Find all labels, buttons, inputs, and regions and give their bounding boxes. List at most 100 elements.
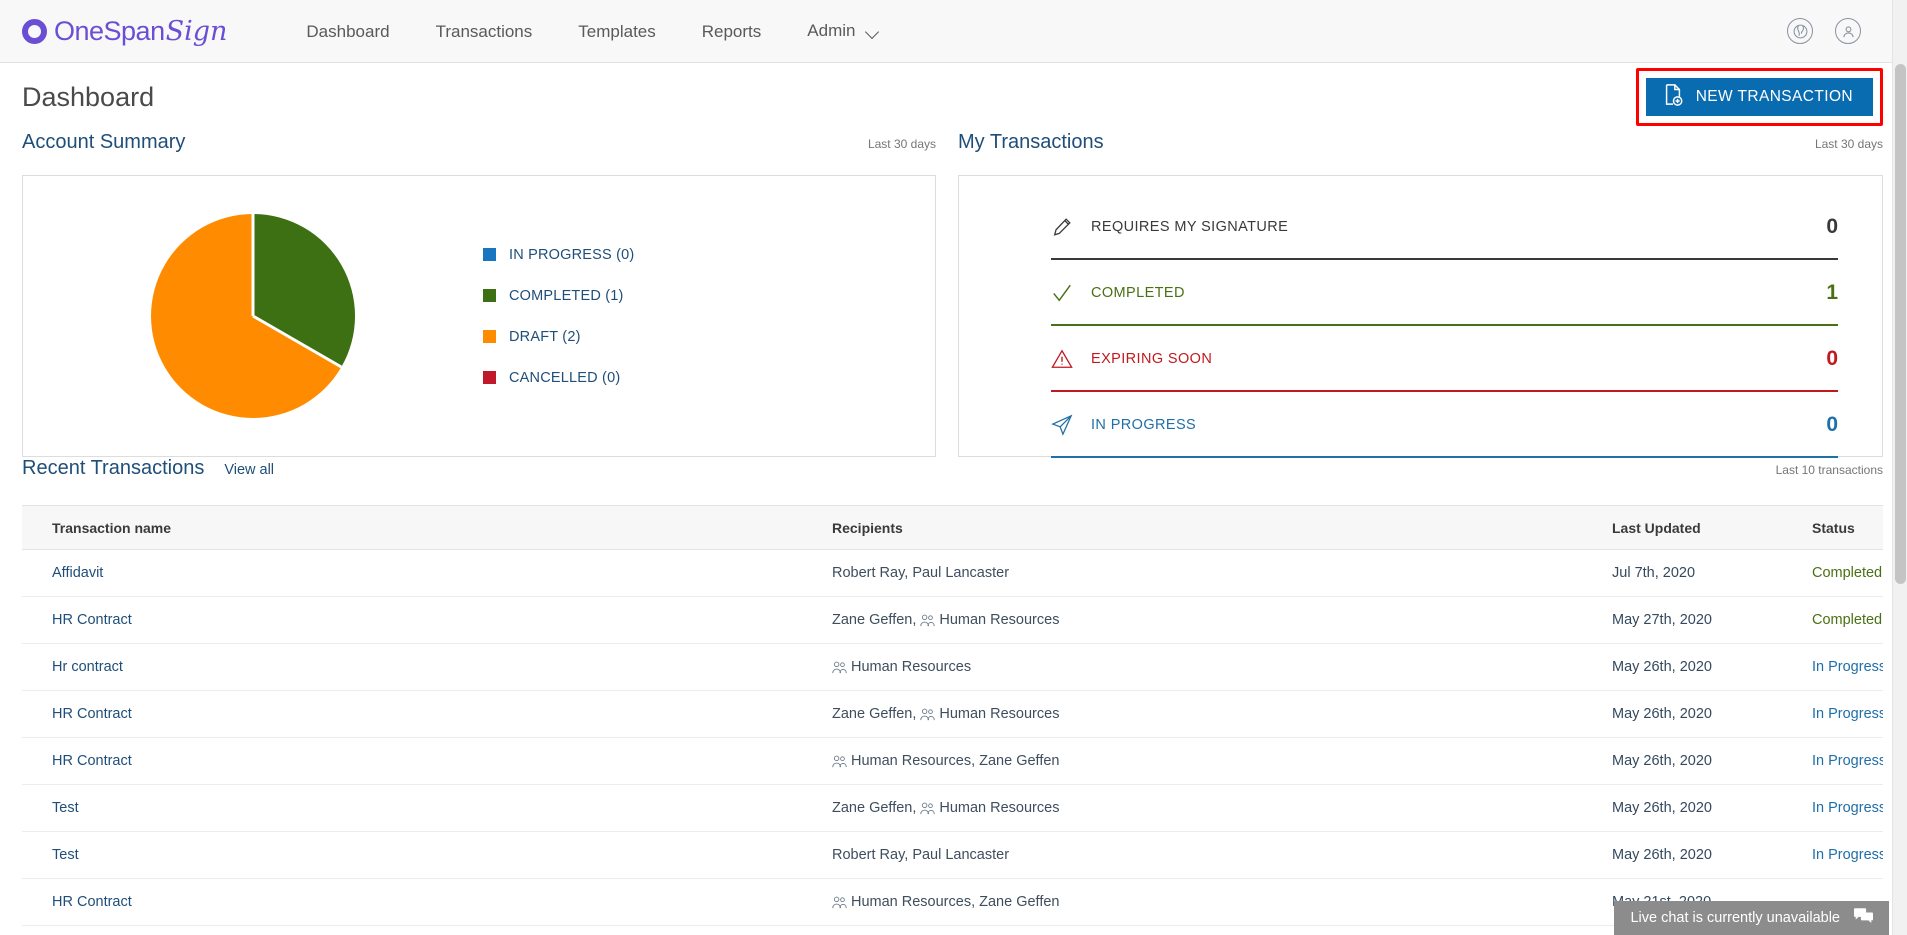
transaction-name-link[interactable]: HR Contract xyxy=(52,894,132,910)
chevron-down-icon xyxy=(867,27,880,35)
my-transactions-row-expiring-soon[interactable]: EXPIRING SOON 0 xyxy=(1051,326,1838,392)
my-transactions-row-requires-signature[interactable]: REQUIRES MY SIGNATURE 0 xyxy=(1051,194,1838,260)
top-navigation-bar: OneSpan Sign Dashboard Transactions Temp… xyxy=(0,0,1907,63)
column-header-status[interactable]: Status xyxy=(1812,505,1883,550)
my-transactions-count-requires-signature: 0 xyxy=(1826,215,1838,238)
legend-swatch-in-progress xyxy=(483,248,496,261)
new-transaction-button[interactable]: NEW TRANSACTION xyxy=(1645,78,1873,116)
table-row[interactable]: Test Robert Ray, Paul Lancaster May 26th, … xyxy=(22,831,1883,879)
paper-plane-icon xyxy=(1051,414,1091,436)
transaction-name-link[interactable]: Test xyxy=(52,800,79,816)
cell-last-updated: May 27th, 2020 xyxy=(1612,596,1812,644)
table-row[interactable]: Affidavit Robert Ray, Paul Lancaster Jul 7… xyxy=(22,549,1883,597)
recipients-text: Robert Ray, Paul Lancaster xyxy=(832,565,1010,581)
cell-status: In Progress xyxy=(1812,784,1883,832)
transaction-name-link[interactable]: Hr contract xyxy=(52,659,123,675)
cell-transaction-name: Affidavit xyxy=(22,549,832,597)
live-chat-widget[interactable]: Live chat is currently unavailable xyxy=(1614,901,1889,935)
legend-swatch-cancelled xyxy=(483,371,496,384)
legend-label-completed: COMPLETED (1) xyxy=(509,287,624,304)
recent-transactions-section: Recent Transactions View all Last 10 tra… xyxy=(22,457,1883,926)
nav-item-dashboard[interactable]: Dashboard xyxy=(283,0,412,63)
transaction-name-link[interactable]: HR Contract xyxy=(52,706,132,722)
my-transactions-label-expiring-soon: EXPIRING SOON xyxy=(1091,351,1213,367)
status-badge: In Progress xyxy=(1812,800,1883,816)
document-add-icon xyxy=(1662,83,1684,112)
my-transactions-count-completed: 1 xyxy=(1826,281,1838,304)
cell-transaction-name: HR Contract xyxy=(22,878,832,926)
topbar-actions xyxy=(1787,18,1883,44)
my-transactions-card: REQUIRES MY SIGNATURE 0 COMPLETED 1 EXPI… xyxy=(958,175,1883,458)
cell-status: Completed xyxy=(1812,596,1883,644)
status-badge: In Progress xyxy=(1812,706,1883,722)
cell-last-updated: May 26th, 2020 xyxy=(1612,737,1812,785)
recent-transactions-header: Recent Transactions View all Last 10 tra… xyxy=(22,457,1883,501)
status-badge: In Progress xyxy=(1812,847,1883,863)
group-icon xyxy=(832,755,847,768)
page-scrollbar[interactable] xyxy=(1892,0,1907,935)
pie-chart-legend: IN PROGRESS (0) COMPLETED (1) DRAFT (2) … xyxy=(483,247,634,386)
legend-item-completed[interactable]: COMPLETED (1) xyxy=(483,288,634,304)
recipients-text: Human Resources xyxy=(851,659,972,675)
transaction-name-link[interactable]: HR Contract xyxy=(52,753,132,769)
cell-recipients: Zane Geffen, Human Resources xyxy=(832,596,1612,644)
my-transactions-label-in-progress: IN PROGRESS xyxy=(1091,417,1197,433)
column-header-last-updated[interactable]: Last Updated xyxy=(1612,505,1812,550)
transaction-name-link[interactable]: HR Contract xyxy=(52,612,132,628)
legend-item-cancelled[interactable]: CANCELLED (0) xyxy=(483,370,634,386)
check-icon xyxy=(1051,282,1091,304)
dashboard-content: Account Summary Last 30 days IN PROGRESS… xyxy=(0,131,1907,926)
cell-status: Completed xyxy=(1812,549,1883,597)
pie-chart xyxy=(23,212,483,420)
nav-item-reports[interactable]: Reports xyxy=(679,0,785,63)
recipients-text-after: Human Resources xyxy=(939,612,1060,628)
cell-recipients: Human Resources, Zane Geffen xyxy=(832,878,1612,926)
column-header-recipients[interactable]: Recipients xyxy=(832,505,1612,550)
legend-item-in-progress[interactable]: IN PROGRESS (0) xyxy=(483,247,634,263)
recipients-text: Human Resources, Zane Geffen xyxy=(851,894,1060,910)
cell-last-updated: Jul 7th, 2020 xyxy=(1612,549,1812,597)
my-transactions-label-requires-signature: REQUIRES MY SIGNATURE xyxy=(1091,219,1289,235)
cell-recipients: Human Resources, Zane Geffen xyxy=(832,737,1612,785)
account-summary-note: Last 30 days xyxy=(867,137,936,151)
my-transactions-row-completed[interactable]: COMPLETED 1 xyxy=(1051,260,1838,326)
table-row[interactable]: HR ContractHuman Resources, Zane GeffenM… xyxy=(22,878,1883,926)
column-header-transaction-name[interactable]: Transaction name xyxy=(22,505,832,550)
cell-last-updated: May 26th, 2020 xyxy=(1612,831,1812,879)
my-transactions-title: My Transactions xyxy=(958,131,1104,153)
pen-icon xyxy=(1051,216,1091,238)
nav-item-transactions[interactable]: Transactions xyxy=(413,0,556,63)
my-transactions-count-in-progress: 0 xyxy=(1826,413,1838,436)
page-header: Dashboard NEW TRANSACTION xyxy=(0,63,1907,131)
group-icon xyxy=(920,802,936,815)
table-row[interactable]: Hr contract Human Resources May 26th, 2020… xyxy=(22,643,1883,691)
chat-icon xyxy=(1854,908,1873,928)
table-row[interactable]: HR Contract Human Resources, Zane GeffenM… xyxy=(22,737,1883,785)
group-icon xyxy=(920,708,936,721)
legend-item-draft[interactable]: DRAFT (2) xyxy=(483,329,634,345)
my-transactions-count-expiring-soon: 0 xyxy=(1826,347,1838,370)
onespan-sign-logo[interactable]: OneSpan Sign xyxy=(22,16,227,47)
divider-in-progress xyxy=(1051,456,1838,458)
cell-recipients: Robert Ray, Paul Lancaster xyxy=(832,549,1612,597)
nav-item-admin[interactable]: Admin xyxy=(784,21,903,41)
status-badge: In Progress xyxy=(1812,659,1883,675)
brand-suffix: Sign xyxy=(165,15,228,47)
onespan-logo-mark-icon xyxy=(22,18,47,44)
transaction-name-link[interactable]: Test xyxy=(52,847,79,863)
recent-transactions-table-wrap: Transaction name Recipients Last Updated… xyxy=(22,505,1883,926)
table-row[interactable]: HR Contract Zane Geffen, Human Resources M… xyxy=(22,596,1883,644)
new-transaction-label: NEW TRANSACTION xyxy=(1695,88,1853,105)
cell-last-updated: May 26th, 2020 xyxy=(1612,784,1812,832)
table-row[interactable]: HR Contract Zane Geffen, Human Resources M… xyxy=(22,690,1883,738)
account-summary-section: Account Summary Last 30 days IN PROGRESS… xyxy=(22,131,936,457)
pie-chart-svg xyxy=(151,214,356,418)
nav-item-templates[interactable]: Templates xyxy=(555,0,678,63)
table-row[interactable]: Test Zane Geffen, Human Resources May 26th… xyxy=(22,784,1883,832)
view-all-link[interactable]: View all xyxy=(224,462,274,478)
my-transactions-row-in-progress[interactable]: IN PROGRESS 0 xyxy=(1051,392,1838,458)
globe-icon[interactable] xyxy=(1787,18,1813,44)
transaction-name-link[interactable]: Affidavit xyxy=(52,565,103,581)
scrollbar-thumb[interactable] xyxy=(1895,64,1906,584)
account-icon[interactable] xyxy=(1835,18,1861,44)
